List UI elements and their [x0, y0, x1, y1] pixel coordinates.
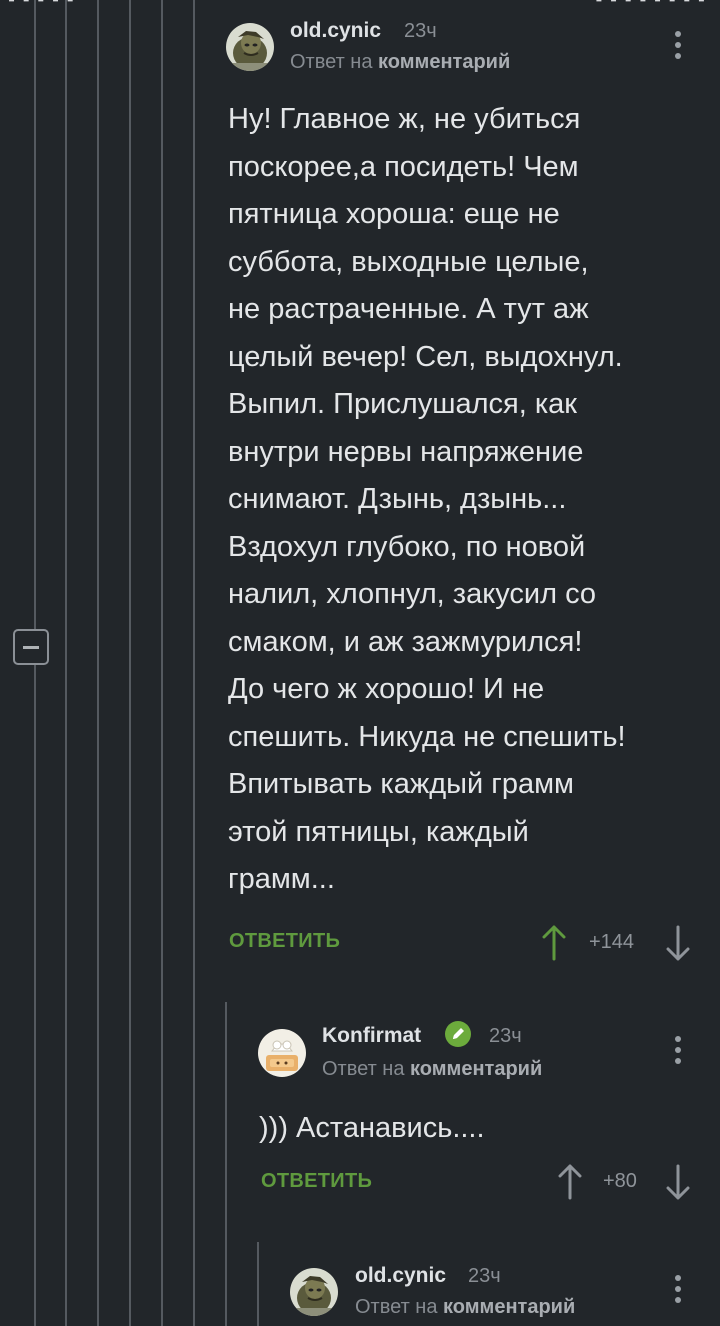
comment-body-line: спешить. Никуда не спешить! — [228, 720, 626, 753]
thread-line[interactable] — [257, 1242, 259, 1326]
comment-body-line: налил, хлопнул, закусил со — [228, 578, 597, 610]
avatar-image-icon — [258, 1029, 306, 1077]
arrow-down-icon[interactable] — [665, 925, 691, 961]
reply-to-prefix: Ответ на — [322, 1058, 411, 1080]
thread-line[interactable] — [225, 1002, 227, 1326]
thread-line[interactable] — [34, 664, 36, 1326]
comment-body: Ну! Главное ж, не убиться поскорее,а пос… — [228, 96, 626, 904]
avatar-image-icon — [226, 23, 274, 71]
more-vertical-icon[interactable] — [674, 1275, 682, 1305]
comment-body-line: целый вечер! Сел, выдохнул. — [228, 340, 623, 373]
thread-line[interactable] — [97, 0, 99, 1326]
reply-to-link[interactable]: комментарий — [410, 1058, 542, 1080]
comment-time: 23ч — [404, 20, 437, 42]
comment-body-line: Выпил. Прислушался, как — [228, 388, 577, 420]
reply-to-link[interactable]: комментарий — [378, 51, 510, 73]
comment-body-line: Ну! Главное ж, не убиться — [228, 103, 581, 135]
arrow-up-icon[interactable] — [541, 925, 567, 961]
more-vertical-icon[interactable] — [674, 31, 682, 61]
arrow-up-icon[interactable] — [557, 1164, 583, 1200]
thread-line[interactable] — [161, 0, 163, 1326]
comment-body-line: смаком, и аж зажмурился! — [228, 625, 583, 658]
avatar-image-icon — [290, 1268, 338, 1316]
avatar-konfirmat[interactable] — [258, 1029, 306, 1077]
comment-body-line: До чего ж хорошо! И не — [228, 673, 545, 705]
avatar-old-cynic[interactable] — [290, 1268, 338, 1316]
vote-score: +144 — [589, 931, 635, 953]
comment-body-line: внутри нервы напряжение — [228, 435, 584, 468]
reply-to-prefix: Ответ на — [290, 51, 379, 73]
reply-to-link[interactable]: комментарий — [443, 1296, 575, 1318]
pencil-badge-icon — [445, 1021, 471, 1047]
comment-time: 23ч — [468, 1265, 501, 1287]
comment-body-line: грамм... — [228, 863, 335, 895]
more-vertical-icon[interactable] — [674, 1036, 682, 1066]
thread-line[interactable] — [34, 0, 36, 630]
comment-body-line: снимают. Дзынь, дзынь... — [228, 483, 567, 515]
comment-body-line: ))) Астанавись.... — [259, 1112, 485, 1144]
minus-icon — [23, 646, 39, 649]
collapse-thread-button[interactable] — [13, 629, 49, 665]
avatar-old-cynic[interactable] — [226, 23, 274, 71]
reply-button[interactable]: ОТВЕТИТЬ — [261, 1170, 372, 1193]
comments-screen: ▪ ▪ ▪ ▪ ▪ ▪ ▪ ▪ ▪ ▪ ▪ ▪ ▪ old.cynic 23ч … — [0, 0, 720, 1326]
vote-score: +80 — [603, 1170, 637, 1192]
comment-username[interactable]: old.cynic — [290, 19, 381, 43]
comment-body-line: суббота, выходные целые, — [228, 245, 589, 278]
comment-body-line: Впитывать каждый грамм — [228, 768, 574, 800]
thread-line[interactable] — [193, 0, 195, 1326]
comment-body-line: не растраченные. А тут аж — [228, 293, 589, 325]
reply-to-prefix: Ответ на — [355, 1296, 444, 1318]
reply-to-line: Ответ на комментарий — [322, 1058, 542, 1081]
reply-to-line: Ответ на комментарий — [290, 51, 510, 74]
comment-body-line: пятница хороша: еще не — [228, 198, 560, 230]
reply-button[interactable]: ОТВЕТИТЬ — [229, 930, 340, 953]
reply-to-line: Ответ на комментарий — [355, 1296, 575, 1319]
comment-username[interactable]: Konfirmat — [322, 1024, 421, 1048]
comment-body-line: этой пятницы, каждый — [228, 815, 529, 848]
thread-line[interactable] — [65, 0, 67, 1326]
status-bar: ▪ ▪ ▪ ▪ ▪ ▪ ▪ ▪ ▪ ▪ ▪ ▪ ▪ — [0, 0, 720, 10]
status-right-icons: ▪ ▪ ▪ ▪ ▪ ▪ ▪ ▪ — [595, 0, 706, 10]
arrow-down-icon[interactable] — [665, 1164, 691, 1200]
comment-time: 23ч — [489, 1025, 522, 1047]
comment-username[interactable]: old.cynic — [355, 1264, 446, 1288]
comment-body: ))) Астанавись.... — [259, 1105, 485, 1153]
comment-body-line: Вздохул глубоко, по новой — [228, 530, 586, 563]
thread-line[interactable] — [129, 0, 131, 1326]
comment-body-line: поскорее,а посидеть! Чем — [228, 150, 579, 183]
